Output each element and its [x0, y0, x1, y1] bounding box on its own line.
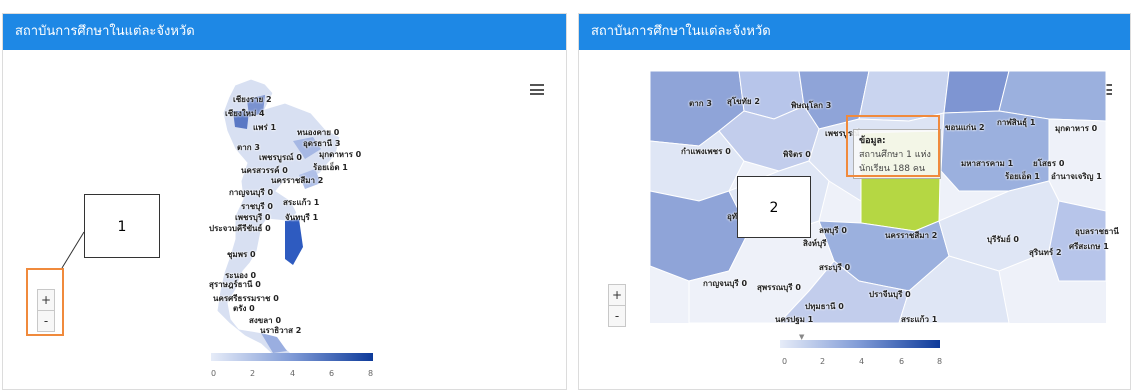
map-label-phitsanulok: พิษณุโลก 3 — [791, 101, 832, 110]
legend-tick: 2 — [250, 369, 256, 378]
map-label-phrae: แพร่ 1 — [253, 123, 277, 132]
map-label-chumphon: ชุมพร 0 — [227, 250, 256, 259]
map-label-mahasarakham: มหาสารคาม 1 — [961, 159, 1014, 168]
legend-tick: 4 — [859, 357, 865, 366]
callout-2: 2 — [737, 176, 811, 238]
right-map-area: ตาก 3 สุโขทัย 2 พิษณุโลก 3 เพชรบูรณ์ ขอน… — [579, 51, 1130, 389]
map-label-lopburi: ลพบุรี 0 — [819, 226, 847, 235]
callout-1: 1 — [84, 194, 160, 258]
zoom-out-button[interactable]: - — [609, 306, 625, 326]
color-scale-bar — [211, 353, 373, 361]
map-label-kamphaengphet: กำแพงเพชร 0 — [681, 147, 731, 156]
map-label-ubonratchathani: อุบลราชธานี — [1075, 227, 1119, 236]
map-label-phetchabun: เพชรบูรณ์ 0 — [259, 153, 302, 162]
map-label-prachuap: ประจวบคีรีขันธ์ 0 — [209, 224, 271, 233]
panel-title: สถาบันการศึกษาในแต่ละจังหวัด — [579, 14, 1130, 50]
map-label-yasothon: ยโสธร 0 — [1033, 159, 1065, 168]
map-label-tak: ตาก 3 — [689, 99, 712, 108]
map-label-suratthani: สุราษฎร์ธานี 0 — [209, 280, 261, 289]
map-label-narathiwat: นราธิวาส 2 — [260, 326, 302, 335]
map-label-tak: ตาก 3 — [237, 143, 260, 152]
zoom-controls: + - — [608, 284, 626, 327]
map-label-sakaeo: สระแก้ว 1 — [901, 315, 938, 324]
map-label-buriram: บุรีรัมย์ 0 — [987, 235, 1019, 244]
legend-tick: 6 — [329, 369, 335, 378]
map-label-khonkaen: ขอนแก่น 2 — [945, 123, 985, 132]
map-label-kanchanaburi: กาญจนบุรี 0 — [229, 188, 274, 197]
map-label-kanchanaburi: กาญจนบุรี 0 — [703, 279, 748, 288]
legend-tick: 4 — [290, 369, 296, 378]
panel-title: สถาบันการศึกษาในแต่ละจังหวัด — [3, 14, 566, 50]
color-scale-bar — [780, 340, 940, 348]
map-label-roiet: ร้อยเอ็ด 1 — [313, 163, 348, 172]
zoom-highlight-box — [26, 268, 64, 336]
map-label-suphanburi: สุพรรณบุรี 0 — [757, 283, 801, 292]
map-label-chiangmai: เชียงใหม่ 4 — [225, 109, 265, 118]
zoom-in-button[interactable]: + — [609, 285, 625, 306]
map-label-nakhonratchasima: นครราชสีมา 2 — [885, 231, 938, 240]
legend-tick: 8 — [937, 357, 943, 366]
map-label-chiangrai: เชียงราย 2 — [233, 95, 272, 104]
map-label-sukhothai: สุโขทัย 2 — [727, 97, 760, 106]
map-label-sakaeo: สระแก้ว 1 — [283, 198, 320, 207]
legend-tick: 0 — [782, 357, 788, 366]
map-label-saraburi: สระบุรี 0 — [819, 263, 851, 272]
legend-tick: 6 — [899, 357, 905, 366]
map-label-mukdahan: มุกดาหาร 0 — [1055, 124, 1098, 133]
tooltip-highlight-box — [846, 115, 940, 177]
map-label-nakhonratchasima: นครราชสีมา 2 — [271, 176, 324, 185]
legend-tick: 0 — [211, 369, 217, 378]
right-panel: สถาบันการศึกษาในแต่ละจังหวัด ตาก 3 สุโขท… — [578, 13, 1131, 390]
map-label-sisaket: ศรีสะเกษ 1 — [1069, 242, 1109, 251]
map-label-prachinburi: ปราจีนบุรี 0 — [869, 290, 911, 299]
zoomed-region-map[interactable] — [579, 51, 1130, 389]
map-label-phichit: พิจิตร 0 — [783, 150, 811, 159]
map-label-amnatcharoen: อำนาจเจริญ 1 — [1051, 172, 1102, 181]
legend-tick: 2 — [820, 357, 826, 366]
map-label-pathumthani: ปทุมธานี 0 — [805, 302, 844, 311]
legend-tick: 8 — [368, 369, 374, 378]
map-label-singburi: สิงห์บุรี — [803, 239, 827, 248]
map-label-mukdahan: มุกดาหาร 0 — [319, 150, 362, 159]
legend-marker-icon: ▼ — [799, 333, 805, 341]
map-label-roiet: ร้อยเอ็ด 1 — [1005, 172, 1040, 181]
map-label-chanthaburi: จันทบุรี 1 — [285, 213, 319, 222]
map-label-surin: สุรินทร์ 2 — [1029, 248, 1062, 257]
map-label-nakhonpathom: นครปฐม 1 — [775, 315, 814, 324]
map-label-kalasin: กาฬสินธุ์ 1 — [997, 118, 1036, 127]
